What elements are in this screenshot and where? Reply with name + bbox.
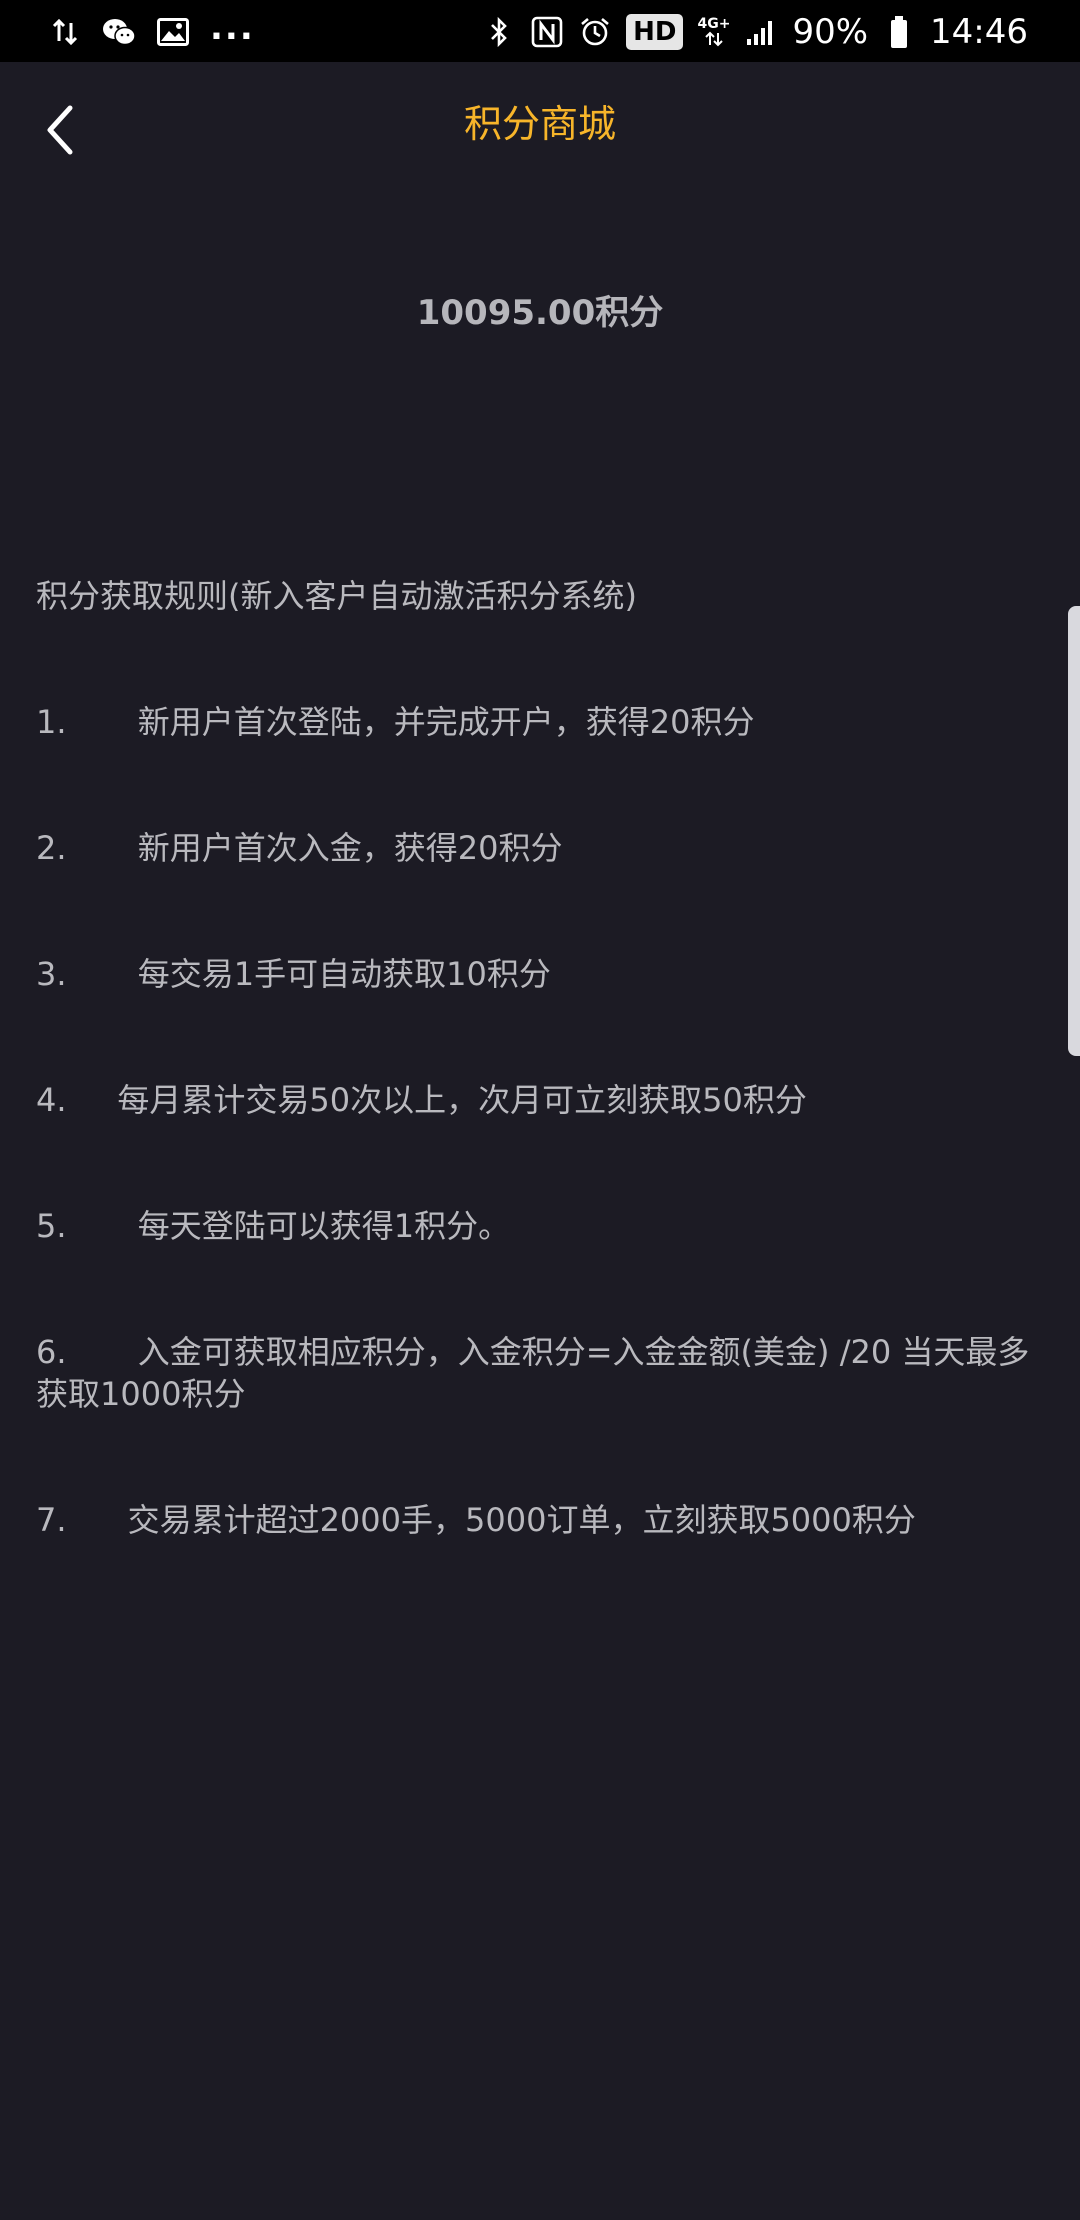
alarm-icon: [578, 15, 612, 49]
rule-item: 7. 交易累计超过2000手，5000订单，立刻获取5000积分: [36, 1501, 916, 1539]
rule-item: 5. 每天登陆可以获得1积分。: [36, 1207, 511, 1245]
data-transfer-icon: [48, 15, 82, 49]
signal-icon: [744, 15, 778, 49]
status-time: 14:46: [930, 12, 1028, 52]
wechat-icon: [102, 15, 136, 49]
rule-item: 6. 入金可获取相应积分，入金积分=入金金额(美金) /20 当天最多获取100…: [36, 1333, 1030, 1413]
hd-badge: HD: [626, 14, 684, 50]
network-type-label: 4G+: [697, 16, 731, 32]
status-bar-right: HD 4G+ 90% 14:46: [482, 10, 1028, 54]
rules-heading: 积分获取规则(新入客户自动激活积分系统): [36, 577, 637, 615]
rule-item: 2. 新用户首次入金，获得20积分: [36, 829, 563, 867]
data-arrows-icon: [705, 31, 723, 47]
app-header: 积分商城: [0, 62, 1080, 194]
bluetooth-icon: [482, 15, 516, 49]
scroll-handle[interactable]: [1068, 606, 1080, 1056]
status-bar-left: ...: [48, 10, 255, 54]
image-icon: [156, 15, 190, 49]
battery-icon: [882, 15, 916, 49]
points-rules: 积分获取规则(新入客户自动激活积分系统) 1. 新用户首次登陆，并完成开户，获得…: [36, 491, 1036, 1583]
points-balance: 10095.00积分: [416, 293, 664, 333]
rule-item: 3. 每交易1手可自动获取10积分: [36, 955, 551, 993]
battery-percentage: 90%: [792, 12, 869, 52]
page-title: 积分商城: [463, 102, 616, 146]
nfc-icon: [530, 15, 564, 49]
network-indicator: 4G+: [697, 17, 730, 47]
rule-item: 4. 每月累计交易50次以上，次月可立刻获取50积分: [36, 1081, 807, 1119]
rule-item: 1. 新用户首次登陆，并完成开户，获得20积分: [36, 703, 755, 741]
status-bar: ... HD 4G+ 90% 14:46: [0, 0, 1080, 62]
overflow-indicator: ...: [210, 8, 255, 48]
